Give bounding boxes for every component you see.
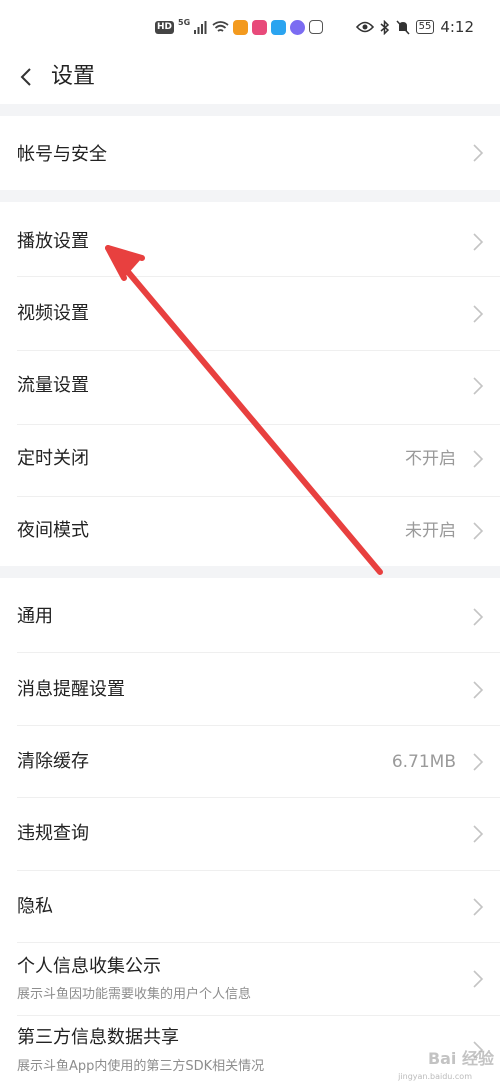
back-button[interactable] [16, 62, 36, 92]
settings-row-notifications[interactable]: 消息提醒设置 [0, 653, 500, 725]
row-description: 展示斗鱼因功能需要收集的用户个人信息 [17, 987, 252, 1002]
chevron-right-icon [473, 608, 484, 626]
row-value: 未开启 [405, 521, 456, 541]
mute-icon [396, 19, 410, 35]
row-value: 不开启 [405, 449, 456, 469]
row-description: 展示斗鱼App内使用的第三方SDK相关情况 [17, 1059, 265, 1074]
settings-row-video[interactable]: 视频设置 [0, 277, 500, 350]
pink-app-icon [252, 19, 268, 35]
chevron-right-icon [473, 305, 484, 323]
settings-row-account-security[interactable]: 帐号与安全 [0, 116, 500, 190]
row-label: 流量设置 [17, 375, 89, 396]
row-label: 清除缓存 [17, 751, 89, 772]
chevron-right-icon [473, 753, 484, 771]
orange-app-icon [233, 19, 249, 35]
top-app-bar: 设置 [0, 52, 500, 104]
bluetooth-icon [380, 19, 389, 35]
eye-icon [355, 21, 374, 33]
hd-badge: HD [155, 20, 175, 34]
signal-icon [194, 21, 207, 34]
settings-row-clear-cache[interactable]: 清除缓存 6.71MB [0, 726, 500, 797]
chevron-right-icon [473, 144, 484, 162]
settings-row-night-mode[interactable]: 夜间模式 未开启 [0, 497, 500, 566]
row-label: 消息提醒设置 [17, 679, 125, 700]
chevron-right-icon [473, 233, 484, 251]
settings-row-personal-info-collection[interactable]: 个人信息收集公示 展示斗鱼因功能需要收集的用户个人信息 [0, 943, 500, 1015]
row-label: 定时关闭 [17, 448, 89, 469]
settings-row-traffic[interactable]: 流量设置 [0, 351, 500, 424]
purple-music-app-icon [290, 19, 306, 35]
row-label: 个人信息收集公示 [17, 956, 161, 977]
row-label: 第三方信息数据共享 [17, 1027, 179, 1048]
settings-row-privacy[interactable]: 隐私 [0, 871, 500, 942]
clock: 4:12 [440, 18, 474, 36]
chevron-right-icon [473, 522, 484, 540]
wifi-icon [212, 21, 229, 32]
settings-row-violation-query[interactable]: 违规查询 [0, 798, 500, 870]
watermark-logo: Bai 经验 [427, 1049, 494, 1068]
row-label: 夜间模式 [17, 520, 89, 541]
section-divider [0, 104, 500, 116]
settings-row-general[interactable]: 通用 [0, 578, 500, 652]
row-label: 视频设置 [17, 303, 89, 324]
chevron-left-icon [20, 68, 31, 86]
chevron-right-icon [473, 825, 484, 843]
section-divider [0, 566, 500, 578]
status-left: HD 5G [155, 17, 324, 36]
row-value: 6.71MB [391, 752, 456, 772]
section-divider [0, 190, 500, 202]
row-label: 通用 [17, 606, 53, 627]
network-label: 5G [178, 17, 191, 27]
chevron-right-icon [473, 450, 484, 468]
battery-icon: 55 [415, 20, 435, 34]
watermark-url: jingyan.baidu.com [398, 1072, 472, 1081]
gallery-app-icon [309, 20, 324, 34]
blue-search-app-icon [271, 19, 287, 35]
settings-row-playback[interactable]: 播放设置 [0, 202, 500, 276]
status-right: 55 4:12 [355, 18, 474, 36]
chevron-right-icon [473, 377, 484, 395]
row-label: 违规查询 [17, 823, 89, 844]
row-label: 播放设置 [17, 231, 89, 252]
chevron-right-icon [473, 970, 484, 988]
status-bar: HD 5G 55 4:12 [0, 0, 500, 52]
row-label: 帐号与安全 [17, 144, 107, 165]
chevron-right-icon [473, 898, 484, 916]
page-title: 设置 [51, 64, 96, 89]
row-label: 隐私 [17, 896, 53, 917]
settings-row-timer-off[interactable]: 定时关闭 不开启 [0, 425, 500, 496]
chevron-right-icon [473, 681, 484, 699]
